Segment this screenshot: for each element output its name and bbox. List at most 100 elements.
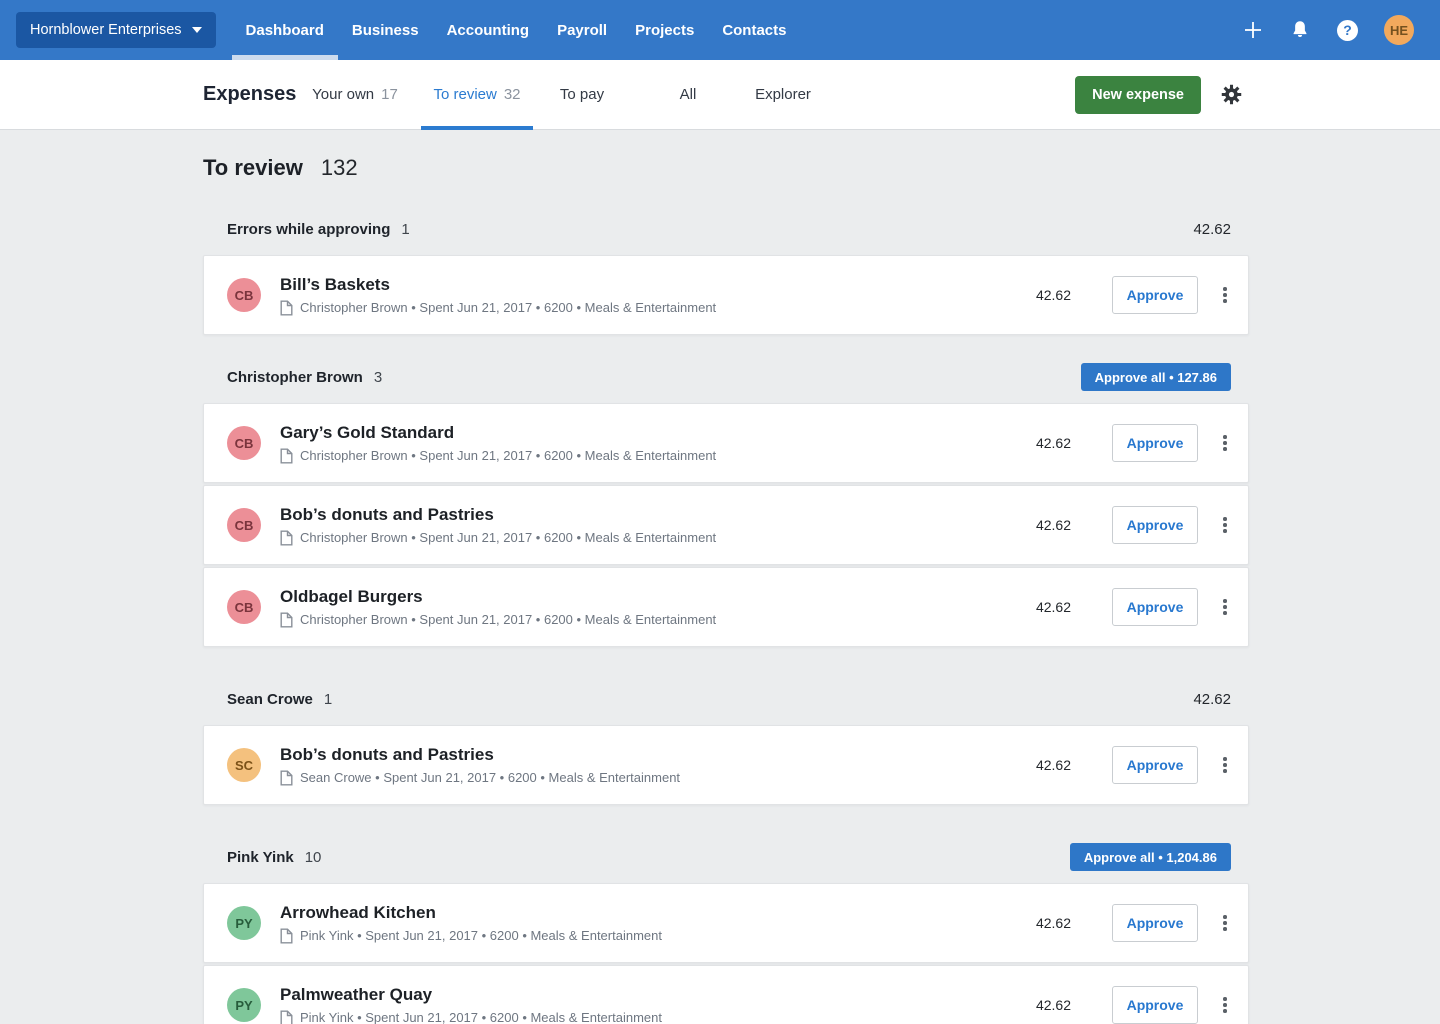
expense-title: Palmweather Quay	[280, 985, 662, 1004]
to-review-title: To review	[203, 155, 303, 181]
add-button[interactable]	[1243, 20, 1263, 40]
nav-item-label: Business	[352, 22, 419, 39]
approve-button[interactable]: Approve	[1112, 506, 1198, 544]
section-header: Christopher Brown 3 Approve all • 127.86	[203, 363, 1249, 391]
nav-item-dashboard[interactable]: Dashboard	[232, 0, 338, 60]
tab-to-review[interactable]: To review 32	[421, 60, 533, 130]
bell-icon	[1289, 19, 1311, 41]
approve-button[interactable]: Approve	[1112, 424, 1198, 462]
section-title: Pink Yink	[227, 849, 294, 866]
tab-your-own[interactable]: Your own 17	[299, 60, 411, 130]
document-icon	[280, 612, 293, 628]
expense-meta: Pink Yink • Spent Jun 21, 2017 • 6200 • …	[280, 928, 662, 944]
top-navbar: Hornblower Enterprises Dashboard Business…	[0, 0, 1440, 60]
caret-down-icon	[192, 27, 202, 33]
tab-all[interactable]: All	[631, 60, 745, 130]
section-header: Errors while approving 1 42.62	[203, 215, 1249, 243]
expense-card[interactable]: CB Gary’s Gold Standard Christopher Brow…	[203, 403, 1249, 483]
expense-avatar: CB	[227, 278, 261, 312]
settings-button[interactable]	[1221, 84, 1242, 105]
expense-meta: Christopher Brown • Spent Jun 21, 2017 •…	[280, 612, 716, 628]
expense-card[interactable]: CB Bill’s Baskets Christopher Brown • Sp…	[203, 255, 1249, 335]
section-count: 10	[305, 849, 322, 866]
approve-all-button[interactable]: Approve all • 1,204.86	[1070, 843, 1231, 871]
nav-item-label: Payroll	[557, 22, 607, 39]
plus-icon	[1243, 20, 1263, 40]
tab-count: 32	[504, 86, 521, 103]
nav-items: Dashboard Business Accounting Payroll Projec…	[232, 0, 801, 60]
tab-label: Explorer	[755, 86, 811, 103]
org-selector-button[interactable]: Hornblower Enterprises	[16, 12, 216, 48]
section-count: 1	[401, 221, 409, 238]
kebab-menu-icon[interactable]	[1217, 588, 1233, 626]
section-cards: SC Bob’s donuts and Pastries Sean Crowe …	[203, 725, 1249, 805]
expenses-header: Expenses Your own 17 To review 32 To pay…	[0, 60, 1440, 130]
section-title: Sean Crowe	[227, 691, 313, 708]
expense-amount: 42.62	[1036, 757, 1071, 773]
new-expense-button[interactable]: New expense	[1075, 76, 1201, 114]
expense-card[interactable]: CB Bob’s donuts and Pastries Christopher…	[203, 485, 1249, 565]
expense-amount: 42.62	[1036, 287, 1071, 303]
expense-card[interactable]: PY Arrowhead Kitchen Pink Yink • Spent J…	[203, 883, 1249, 963]
approve-button[interactable]: Approve	[1112, 588, 1198, 626]
section-title: Errors while approving	[227, 221, 390, 238]
expense-title: Arrowhead Kitchen	[280, 903, 662, 922]
approve-button[interactable]: Approve	[1112, 986, 1198, 1024]
expense-amount: 42.62	[1036, 997, 1071, 1013]
section-cards: PY Arrowhead Kitchen Pink Yink • Spent J…	[203, 883, 1249, 1024]
nav-item-business[interactable]: Business	[338, 0, 433, 60]
section-cards: CB Gary’s Gold Standard Christopher Brow…	[203, 403, 1249, 647]
nav-item-accounting[interactable]: Accounting	[433, 0, 544, 60]
section-count: 1	[324, 691, 332, 708]
expense-details: Bill’s Baskets Christopher Brown • Spent…	[280, 275, 716, 316]
approve-all-button[interactable]: Approve all • 127.86	[1081, 363, 1231, 391]
to-review-count: 132	[321, 155, 358, 181]
approve-button[interactable]: Approve	[1112, 904, 1198, 942]
expense-meta-text: Pink Yink • Spent Jun 21, 2017 • 6200 • …	[300, 928, 662, 943]
to-review-content: To review 132 Errors while approving 1 4…	[0, 130, 1440, 1024]
expense-tabs: Your own 17 To review 32 To pay All Expl…	[299, 60, 811, 130]
kebab-menu-icon[interactable]	[1217, 986, 1233, 1024]
kebab-menu-icon[interactable]	[1217, 506, 1233, 544]
expense-amount: 42.62	[1036, 599, 1071, 615]
expense-card[interactable]: SC Bob’s donuts and Pastries Sean Crowe …	[203, 725, 1249, 805]
tab-label: To pay	[560, 86, 604, 103]
expense-meta-text: Sean Crowe • Spent Jun 21, 2017 • 6200 •…	[300, 770, 680, 785]
help-button[interactable]: ?	[1337, 20, 1358, 41]
expense-amount: 42.62	[1036, 435, 1071, 451]
nav-item-payroll[interactable]: Payroll	[543, 0, 621, 60]
tab-explorer[interactable]: Explorer	[755, 60, 811, 130]
expense-meta: Christopher Brown • Spent Jun 21, 2017 •…	[280, 448, 716, 464]
nav-actions: ? HE	[1243, 15, 1414, 45]
document-icon	[280, 1010, 293, 1024]
expense-meta: Sean Crowe • Spent Jun 21, 2017 • 6200 •…	[280, 770, 680, 786]
header-actions: New expense	[1075, 76, 1242, 114]
expense-amount: 42.62	[1036, 517, 1071, 533]
section-total-amount: 42.62	[1193, 221, 1231, 238]
expense-details: Palmweather Quay Pink Yink • Spent Jun 2…	[280, 985, 662, 1024]
expense-card[interactable]: CB Oldbagel Burgers Christopher Brown • …	[203, 567, 1249, 647]
expense-meta-text: Pink Yink • Spent Jun 21, 2017 • 6200 • …	[300, 1010, 662, 1024]
approve-button[interactable]: Approve	[1112, 746, 1198, 784]
expense-meta-text: Christopher Brown • Spent Jun 21, 2017 •…	[300, 300, 716, 315]
section-errors-while-approving: Errors while approving 1 42.62 CB Bill’s…	[203, 215, 1249, 335]
notifications-button[interactable]	[1289, 19, 1311, 41]
kebab-menu-icon[interactable]	[1217, 276, 1233, 314]
expense-meta-text: Christopher Brown • Spent Jun 21, 2017 •…	[300, 530, 716, 545]
section-pink-yink: Pink Yink 10 Approve all • 1,204.86 PY A…	[203, 843, 1249, 1024]
tab-to-pay[interactable]: To pay	[543, 60, 621, 130]
kebab-menu-icon[interactable]	[1217, 746, 1233, 784]
approve-button[interactable]: Approve	[1112, 276, 1198, 314]
tab-count: 17	[381, 86, 398, 103]
expense-avatar: CB	[227, 590, 261, 624]
document-icon	[280, 300, 293, 316]
kebab-menu-icon[interactable]	[1217, 904, 1233, 942]
expense-title: Bob’s donuts and Pastries	[280, 505, 716, 524]
user-avatar[interactable]: HE	[1384, 15, 1414, 45]
document-icon	[280, 530, 293, 546]
nav-item-contacts[interactable]: Contacts	[708, 0, 800, 60]
expense-card[interactable]: PY Palmweather Quay Pink Yink • Spent Ju…	[203, 965, 1249, 1024]
section-christopher-brown: Christopher Brown 3 Approve all • 127.86…	[203, 363, 1249, 647]
kebab-menu-icon[interactable]	[1217, 424, 1233, 462]
nav-item-projects[interactable]: Projects	[621, 0, 708, 60]
